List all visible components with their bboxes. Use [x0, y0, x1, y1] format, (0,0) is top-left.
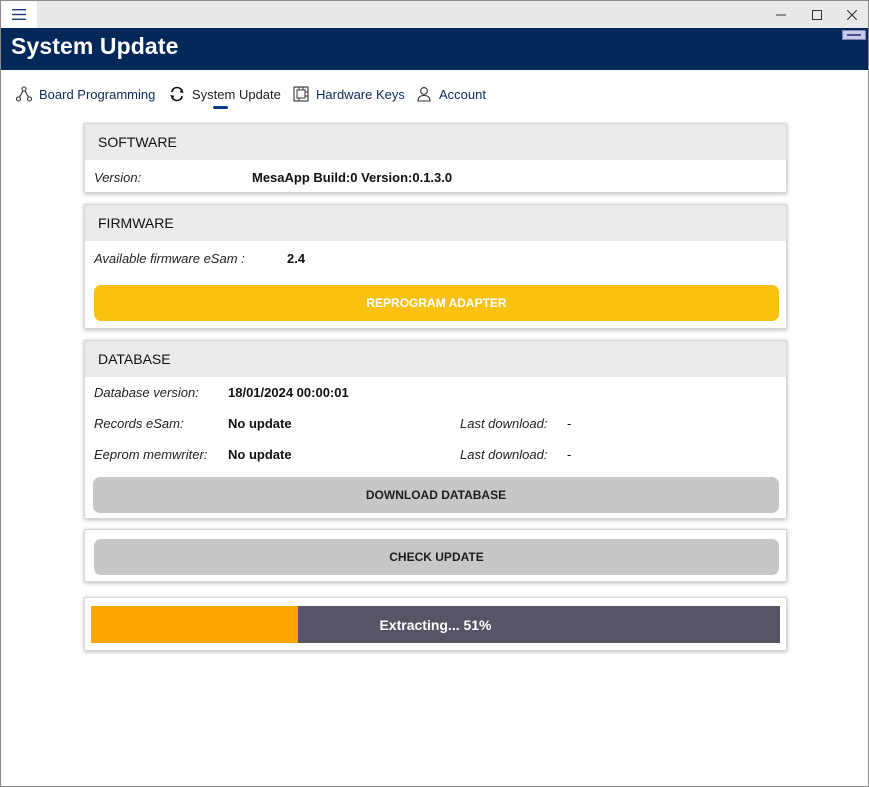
nav-item-board-programming[interactable]: Board Programming	[15, 82, 155, 106]
records-esam-value: No update	[228, 416, 292, 431]
minimize-icon	[776, 14, 786, 15]
maximize-button[interactable]	[799, 1, 835, 28]
page-header: System Update	[1, 28, 868, 70]
nav-item-account[interactable]: Account	[415, 82, 486, 106]
eeprom-last-download-label: Last download:	[460, 447, 548, 462]
nav-item-label: Board Programming	[39, 86, 156, 102]
software-title: SOFTWARE	[85, 124, 786, 160]
user-icon	[415, 85, 433, 103]
nav-item-label: Hardware Keys	[316, 86, 405, 102]
close-button[interactable]	[834, 1, 869, 28]
software-version-label: Version:	[94, 170, 142, 185]
hamburger-menu-button[interactable]	[1, 1, 37, 28]
network-icon	[15, 85, 33, 103]
title-bar	[1, 1, 868, 28]
progress-card: Extracting... 51%	[84, 597, 787, 651]
database-version-value: 18/01/2024 00:00:01	[228, 385, 349, 400]
firmware-available-value: 2.4	[287, 251, 306, 266]
sync-icon	[168, 85, 186, 103]
hamburger-icon	[12, 9, 26, 20]
check-update-card: CHECK UPDATE	[84, 529, 787, 582]
close-icon	[847, 9, 857, 20]
check-update-button[interactable]: CHECK UPDATE	[94, 539, 779, 575]
nav-item-hardware-keys[interactable]: Hardware Keys	[292, 82, 405, 106]
eeprom-memwriter-value: No update	[228, 447, 292, 462]
nav-item-system-update[interactable]: System Update	[168, 82, 281, 106]
firmware-card: FIRMWARE Available firmware eSam : 2.4 R…	[84, 204, 787, 329]
firmware-available-label: Available firmware eSam :	[94, 251, 245, 266]
active-tab-indicator	[213, 106, 228, 109]
nav-item-label: System Update	[192, 86, 281, 102]
records-last-download-label: Last download:	[460, 416, 548, 431]
app-window: System Update Board Programming System U…	[0, 0, 869, 787]
records-esam-label: Records eSam:	[94, 416, 184, 431]
nav-item-label: Account	[439, 86, 486, 102]
page-title: System Update	[11, 33, 179, 59]
eeprom-memwriter-label: Eeprom memwriter:	[94, 447, 208, 462]
eeprom-last-download-value: -	[567, 447, 572, 462]
reprogram-adapter-button[interactable]: REPROGRAM ADAPTER	[94, 285, 779, 321]
top-nav: Board Programming System Update Hardware…	[1, 70, 868, 114]
database-version-label: Database version:	[94, 385, 199, 400]
extract-progress-bar: Extracting... 51%	[91, 606, 780, 643]
software-version-value: MesaApp Build:0 Version:0.1.3.0	[252, 170, 453, 185]
records-last-download-value: -	[567, 416, 572, 431]
firmware-title: FIRMWARE	[85, 205, 786, 241]
software-card: SOFTWARE Version: MesaApp Build:0 Versio…	[84, 123, 787, 193]
database-title: DATABASE	[85, 341, 786, 377]
download-database-button[interactable]: DOWNLOAD DATABASE	[93, 477, 779, 513]
maximize-icon	[812, 9, 822, 20]
minimize-button[interactable]	[763, 1, 799, 28]
progress-text: Extracting... 51%	[379, 616, 492, 633]
hardware-key-icon	[292, 85, 310, 103]
database-card: DATABASE Database version: 18/01/2024 00…	[84, 340, 787, 519]
compact-overlay-button[interactable]	[842, 30, 866, 40]
